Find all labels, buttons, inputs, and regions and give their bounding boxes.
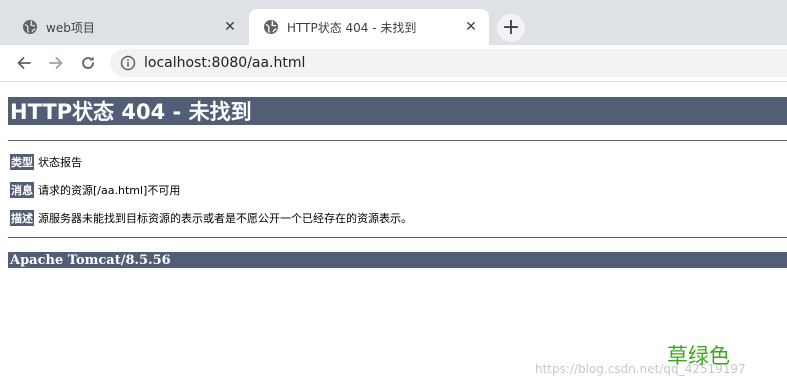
row-label: 消息 — [10, 182, 34, 198]
address-bar[interactable]: localhost:8080/aa.html — [110, 49, 787, 77]
arrow-right-icon — [49, 57, 63, 69]
row-label: 类型 — [10, 154, 34, 170]
reload-icon — [82, 56, 94, 69]
tab-title: web项目 — [46, 20, 95, 35]
tab-strip: web项目 ✕ HTTP状态 404 - 未找到 ✕ + — [0, 0, 787, 45]
divider — [8, 237, 787, 238]
detail-row-description: 描述 源服务器未能找到目标资源的表示或者是不愿公开一个已经存在的资源表示。 — [10, 210, 412, 226]
browser-toolbar: localhost:8080/aa.html — [0, 45, 787, 82]
new-tab-button[interactable]: + — [497, 14, 525, 42]
overlay-color-label: 草绿色 — [667, 344, 730, 368]
detail-row-message: 消息 请求的资源[/aa.html]不可用 — [10, 182, 180, 198]
tab-http-404[interactable]: HTTP状态 404 - 未找到 ✕ — [249, 9, 489, 45]
url-text[interactable]: localhost:8080/aa.html — [144, 55, 305, 71]
info-icon[interactable] — [120, 55, 136, 71]
page-content: HTTP状态 404 - 未找到 类型 状态报告 消息 请求的资源[/aa.ht… — [0, 82, 787, 388]
close-icon[interactable]: ✕ — [462, 18, 480, 36]
row-text: 源服务器未能找到目标资源的表示或者是不愿公开一个已经存在的资源表示。 — [38, 212, 412, 225]
globe-icon — [264, 20, 278, 34]
close-icon[interactable]: ✕ — [221, 18, 239, 36]
row-text: 请求的资源[/aa.html]不可用 — [38, 184, 181, 197]
back-button[interactable] — [12, 51, 36, 75]
arrow-left-icon — [17, 57, 31, 69]
error-heading: HTTP状态 404 - 未找到 — [8, 97, 787, 125]
tab-title: HTTP状态 404 - 未找到 — [287, 20, 417, 35]
row-text: 状态报告 — [38, 156, 82, 169]
globe-icon — [23, 20, 37, 34]
forward-button[interactable] — [44, 51, 68, 75]
plus-icon: + — [501, 15, 521, 40]
tab-web-project[interactable]: web项目 ✕ — [8, 9, 248, 45]
reload-button[interactable] — [76, 51, 100, 75]
row-label: 描述 — [10, 210, 34, 226]
divider — [8, 140, 787, 141]
server-footer: Apache Tomcat/8.5.56 — [8, 252, 787, 268]
detail-row-type: 类型 状态报告 — [10, 154, 82, 170]
